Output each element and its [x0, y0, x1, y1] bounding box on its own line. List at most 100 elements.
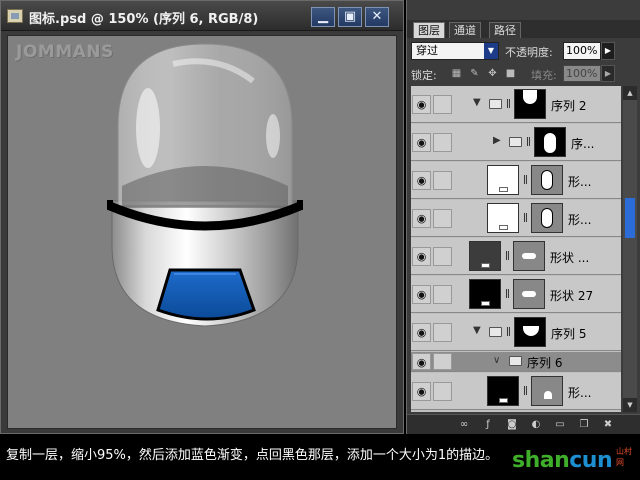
layer-link-cell[interactable]	[433, 171, 452, 190]
layer-row[interactable]: ◉ ǁ 形状 ...	[411, 238, 621, 275]
layer-row[interactable]: ◉ ǁ 形...	[411, 162, 621, 199]
add-mask-icon[interactable]: ◙	[505, 418, 519, 432]
layer-row-selected[interactable]: ◉ ∨ 序列 6	[411, 352, 621, 372]
lock-paint-brush-icon[interactable]: ✎	[469, 68, 480, 79]
capsule-icon-artwork	[107, 43, 303, 327]
layer-list: ◉ ▼ ǁ 序列 2 ◉ ▶ ǁ 序... ◉ ǁ 形... ◉ ǁ 形... …	[411, 86, 621, 412]
layer-link-cell[interactable]	[433, 95, 452, 114]
layer-row[interactable]: ◉ ǁ 形状 27	[411, 276, 621, 313]
layers-panel-footer: ∞ ƒ ◙ ◐ ▭ ❐ ✖	[407, 414, 640, 434]
lock-transparency-icon[interactable]: ▦	[451, 68, 462, 79]
layer-name: 形状 27	[550, 289, 594, 303]
layer-thumbnail	[487, 203, 519, 233]
vector-mask-thumbnail	[531, 165, 563, 195]
layer-row[interactable]: ◉ ǁ 形...	[411, 373, 621, 410]
chain-link-icon: ǁ	[523, 212, 528, 223]
scroll-thumb[interactable]	[625, 198, 635, 238]
layer-row[interactable]: ◉ ▼ ǁ 序列 5	[411, 314, 621, 351]
eye-icon[interactable]: ◉	[412, 95, 431, 114]
layer-link-cell[interactable]	[433, 133, 452, 152]
collapse-arrow-icon[interactable]: ▼	[473, 325, 481, 336]
adjustment-layer-icon[interactable]: ◐	[529, 418, 543, 432]
lock-all-icon[interactable]: ■	[505, 68, 516, 79]
folder-icon	[509, 137, 522, 147]
layers-panel: 图层 通道 路径 穿过 ▼ 不透明度: 100% ▶ 锁定: ▦ ✎ ✥ ■ 填…	[406, 0, 640, 434]
document-title: 图标.psd @ 150% (序列 6, RGB/8)	[29, 12, 259, 27]
layer-name: 序列 6	[527, 356, 563, 370]
eye-icon[interactable]: ◉	[412, 247, 431, 266]
collapse-arrow-icon[interactable]: ▼	[473, 97, 481, 108]
watermark-logo: JOMMANS	[16, 42, 114, 62]
layer-mask-thumbnail	[534, 127, 566, 157]
maximize-button[interactable]: ▣	[338, 7, 362, 27]
chain-link-icon: ǁ	[506, 326, 511, 337]
layer-thumbnail	[469, 279, 501, 309]
site-logo-text: shancun	[512, 448, 613, 473]
fill-input[interactable]: 100%	[563, 65, 601, 82]
lock-options-row: 锁定: ▦ ✎ ✥ ■ 填充: 100% ▶	[411, 64, 637, 84]
delete-layer-icon[interactable]: ✖	[601, 418, 615, 432]
fill-label: 填充:	[531, 69, 557, 82]
opacity-label: 不透明度:	[505, 46, 553, 59]
opacity-input[interactable]: 100%	[563, 42, 601, 60]
layer-row[interactable]: ◉ ǁ 形...	[411, 200, 621, 237]
eye-icon[interactable]: ◉	[412, 382, 431, 401]
layer-mask-thumbnail	[514, 89, 546, 119]
dropdown-arrow-icon[interactable]: ▼	[484, 43, 498, 59]
tutorial-caption: 复制一层，缩小95%，然后添加蓝色渐变，点回黑色那层，添加一个大小为1的描边。	[6, 448, 499, 463]
fill-slider-button[interactable]: ▶	[601, 65, 615, 82]
eye-icon[interactable]: ◉	[412, 285, 431, 304]
layer-row[interactable]: ◉ ▼ ǁ 序列 2	[411, 86, 621, 123]
eye-icon[interactable]: ◉	[412, 133, 431, 152]
chain-link-icon: ǁ	[526, 136, 531, 147]
layer-link-cell[interactable]	[433, 323, 452, 342]
chain-link-icon: ǁ	[505, 250, 510, 261]
layer-name: 形状 ...	[550, 251, 590, 265]
new-layer-icon[interactable]: ❐	[577, 418, 591, 432]
chain-link-icon: ǁ	[523, 385, 528, 396]
layer-link-cell[interactable]	[433, 285, 452, 304]
layer-row[interactable]: ◉ ▶ ǁ 序...	[411, 124, 621, 161]
layer-list-scrollbar[interactable]: ▲ ▼	[623, 86, 637, 412]
layer-name: 序列 5	[551, 327, 587, 341]
blend-mode-select[interactable]: 穿过 ▼	[411, 42, 499, 60]
layer-link-cell[interactable]	[433, 382, 452, 401]
collapse-arrow-icon[interactable]: ∨	[493, 355, 500, 366]
scroll-down-arrow-icon[interactable]: ▼	[623, 398, 637, 412]
eye-icon[interactable]: ◉	[412, 209, 431, 228]
layer-name: 序列 2	[551, 99, 587, 113]
tab-layers[interactable]: 图层	[413, 22, 445, 38]
layer-thumbnail	[487, 376, 519, 406]
panel-tab-bar: 图层 通道 路径	[407, 20, 640, 38]
new-group-icon[interactable]: ▭	[553, 418, 567, 432]
layer-name: 形...	[568, 175, 592, 189]
lock-move-icon[interactable]: ✥	[487, 68, 498, 79]
layer-link-cell[interactable]	[433, 353, 452, 370]
layer-link-cell[interactable]	[433, 247, 452, 266]
chain-link-icon: ǁ	[505, 288, 510, 299]
eye-icon[interactable]: ◉	[412, 171, 431, 190]
vector-mask-thumbnail	[513, 241, 545, 271]
eye-icon[interactable]: ◉	[412, 323, 431, 342]
psd-file-icon	[7, 9, 23, 23]
layer-style-icon[interactable]: ƒ	[481, 418, 495, 432]
tab-paths[interactable]: 路径	[489, 22, 521, 38]
folder-icon	[509, 356, 522, 366]
chain-link-icon: ǁ	[523, 174, 528, 185]
layer-thumbnail	[487, 165, 519, 195]
opacity-slider-button[interactable]: ▶	[601, 42, 615, 60]
close-button[interactable]: ✕	[365, 7, 389, 27]
scroll-up-arrow-icon[interactable]: ▲	[623, 86, 637, 100]
document-canvas[interactable]: JOMMANS	[7, 35, 397, 429]
vector-mask-thumbnail	[531, 376, 563, 406]
layer-thumbnail	[469, 241, 501, 271]
link-layers-icon[interactable]: ∞	[457, 418, 471, 432]
layer-name: 序...	[571, 137, 595, 151]
minimize-button[interactable]: ▁	[311, 7, 335, 27]
eye-icon[interactable]: ◉	[412, 353, 431, 370]
scroll-track[interactable]	[623, 100, 637, 398]
layer-link-cell[interactable]	[433, 209, 452, 228]
tab-channels[interactable]: 通道	[449, 22, 481, 38]
expand-arrow-icon[interactable]: ▶	[493, 135, 501, 146]
document-titlebar[interactable]: 图标.psd @ 150% (序列 6, RGB/8) ▁ ▣ ✕	[1, 1, 403, 31]
